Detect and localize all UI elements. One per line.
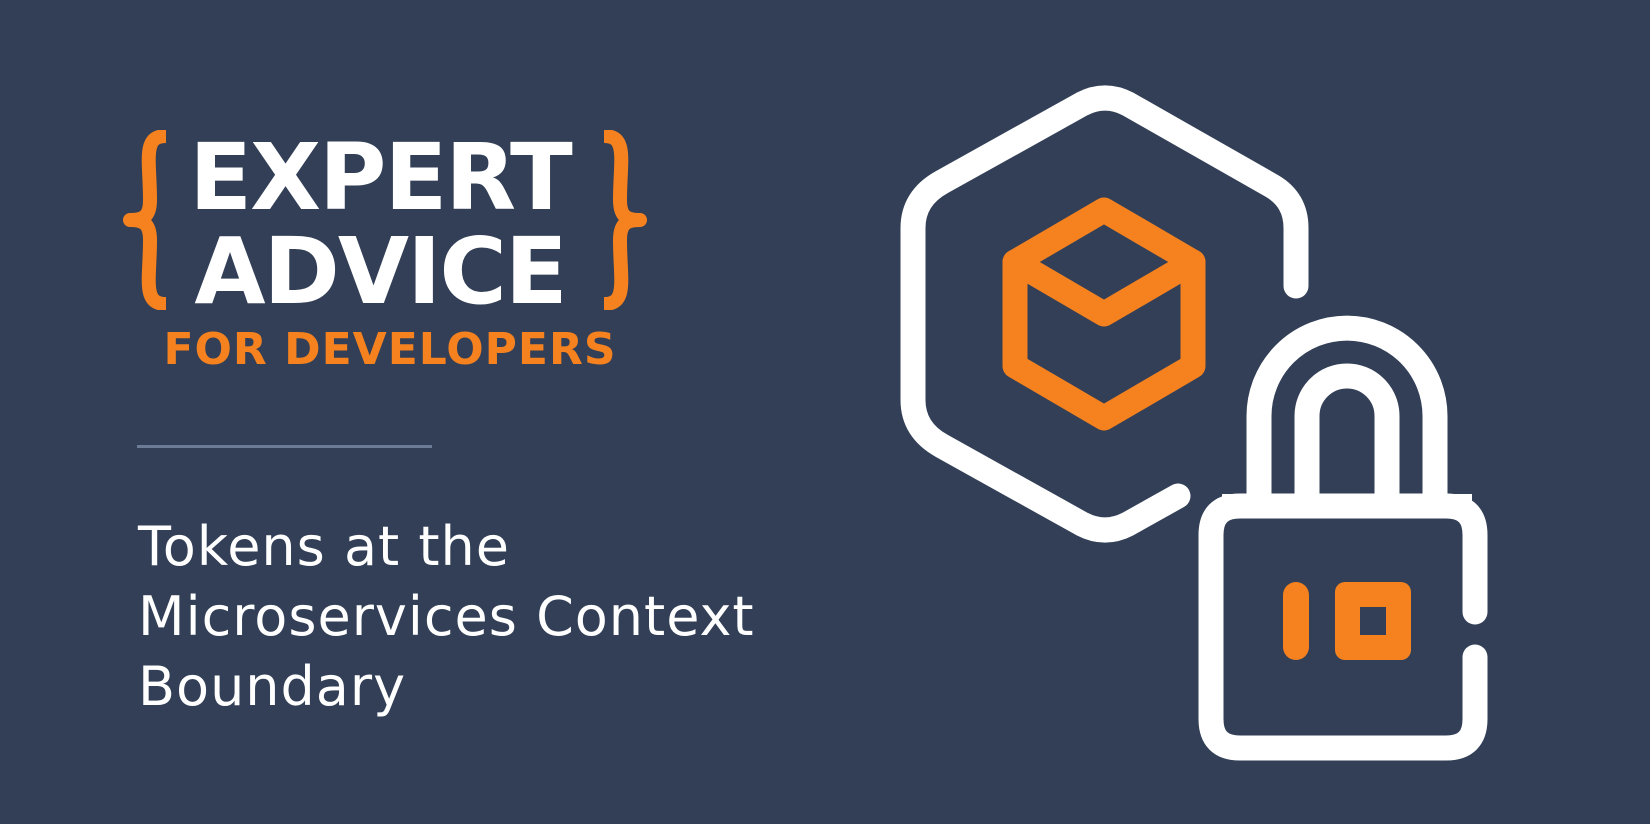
hexagon-cube-padlock-icon [900,85,1488,761]
padlock-shackle-icon [1246,315,1448,494]
title-expert: EXPERT [189,124,573,231]
headline-line-1: Tokens at the [138,515,510,578]
headline-line-2: Microservices Context [138,585,755,648]
cube-icon [1002,197,1206,431]
binary-digits-icon [1283,582,1411,660]
headline-line-3: Boundary [138,655,407,718]
title-advice: ADVICE [194,218,567,325]
banner: EXPERT ADVICE FOR DEVELOPERS Tokens at t… [0,0,1650,824]
subtitle-for-developers: FOR DEVELOPERS [163,324,617,375]
divider [137,445,432,448]
headline: Tokens at the Microservices Context Boun… [138,512,858,722]
